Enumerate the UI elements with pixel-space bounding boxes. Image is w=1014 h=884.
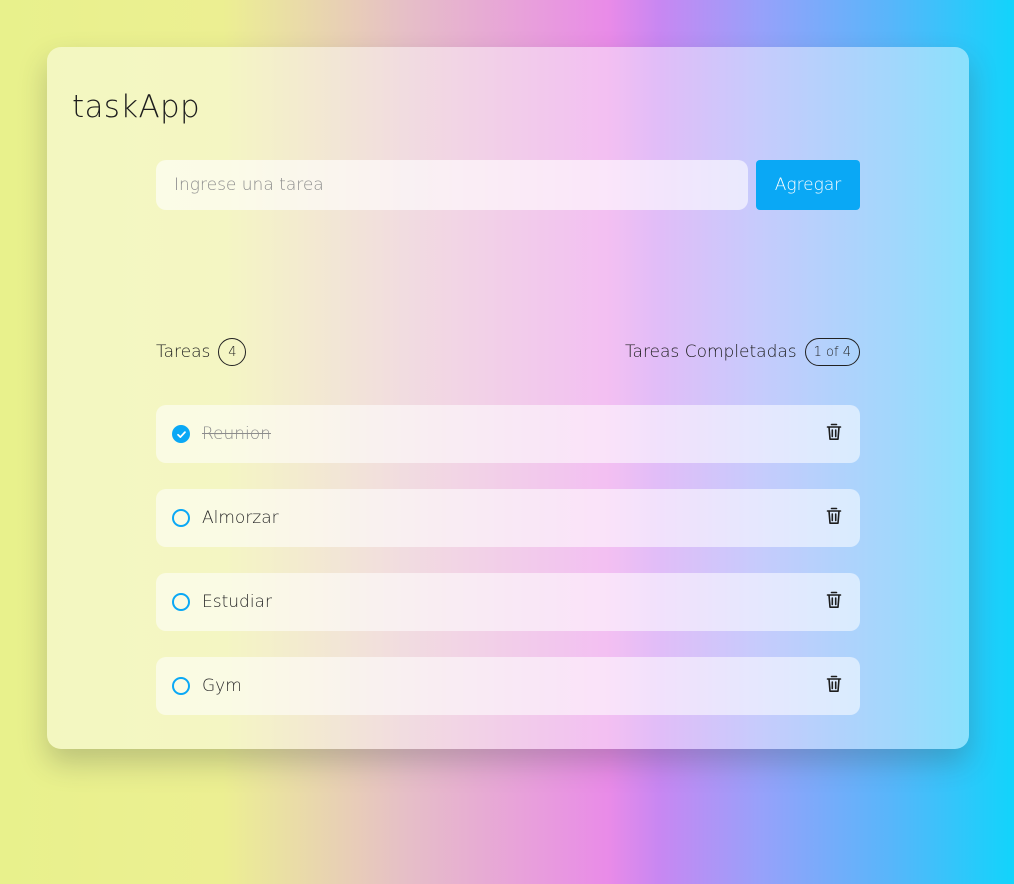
completed-counter-label: Tareas Completadas (624, 342, 797, 362)
trash-icon[interactable] (826, 423, 842, 441)
task-label: Reunion (202, 424, 271, 444)
add-task-button[interactable]: Agregar (756, 160, 860, 210)
tasks-counter-label: Tareas (156, 342, 211, 362)
checkmark-icon (176, 430, 186, 438)
completed-count-badge: 1 of 4 (804, 338, 860, 366)
task-item: Gym (156, 657, 860, 715)
task-item: Almorzar (156, 489, 860, 547)
trash-icon[interactable] (826, 507, 842, 525)
task-input[interactable] (156, 160, 748, 210)
task-checkbox-checked[interactable] (172, 425, 190, 443)
task-list: Reunion Almorzar Estudiar Gym (156, 405, 860, 741)
task-label: Estudiar (202, 592, 272, 612)
app-title: taskApp (72, 89, 200, 125)
task-checkbox[interactable] (172, 677, 190, 695)
task-label: Almorzar (202, 508, 279, 528)
completed-counter: Tareas Completadas 1 of 4 (625, 338, 860, 366)
tasks-count-badge: 4 (218, 338, 247, 366)
tasks-counter: Tareas 4 (156, 338, 247, 366)
task-card: taskApp Agregar Tareas 4 Tareas Completa… (47, 47, 969, 749)
task-label: Gym (202, 676, 242, 696)
task-item: Reunion (156, 405, 860, 463)
task-checkbox[interactable] (172, 593, 190, 611)
task-item: Estudiar (156, 573, 860, 631)
trash-icon[interactable] (826, 591, 842, 609)
task-checkbox[interactable] (172, 509, 190, 527)
trash-icon[interactable] (826, 675, 842, 693)
